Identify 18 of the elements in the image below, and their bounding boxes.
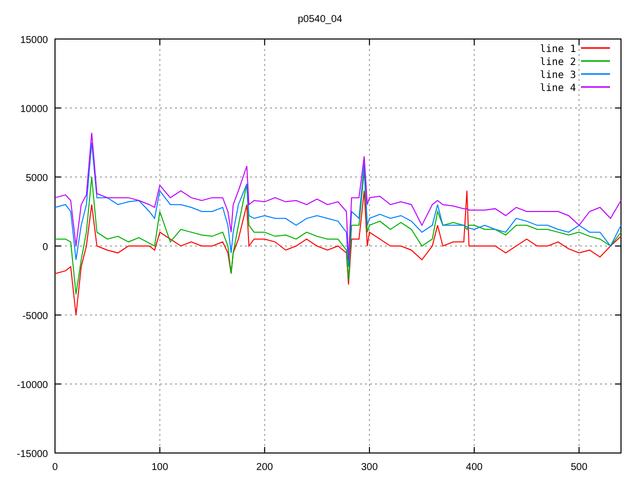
axis-tick-label: -15000 <box>16 449 48 460</box>
axis-tick-label: 400 <box>466 462 483 473</box>
axis-tick-label: -10000 <box>16 380 48 391</box>
axis-tick-label: 100 <box>151 462 168 473</box>
legend-label: line 3 <box>540 70 576 81</box>
chart-title: p0540_04 <box>298 14 342 25</box>
legend-label: line 1 <box>540 44 576 55</box>
axis-tick-label: -5000 <box>22 311 48 322</box>
axis-tick-label: 5000 <box>26 173 48 184</box>
axis-tick-label: 500 <box>570 462 588 473</box>
axis-tick-label: 200 <box>256 462 273 473</box>
axis-tick-label: 10000 <box>20 104 48 115</box>
legend-label: line 2 <box>540 57 576 68</box>
legend-label: line 4 <box>540 83 576 94</box>
axis-tick-label: 300 <box>361 462 378 473</box>
axis-tick-label: 0 <box>42 242 48 253</box>
axis-tick-label: 0 <box>52 462 58 473</box>
axis-tick-label: 15000 <box>20 35 48 46</box>
